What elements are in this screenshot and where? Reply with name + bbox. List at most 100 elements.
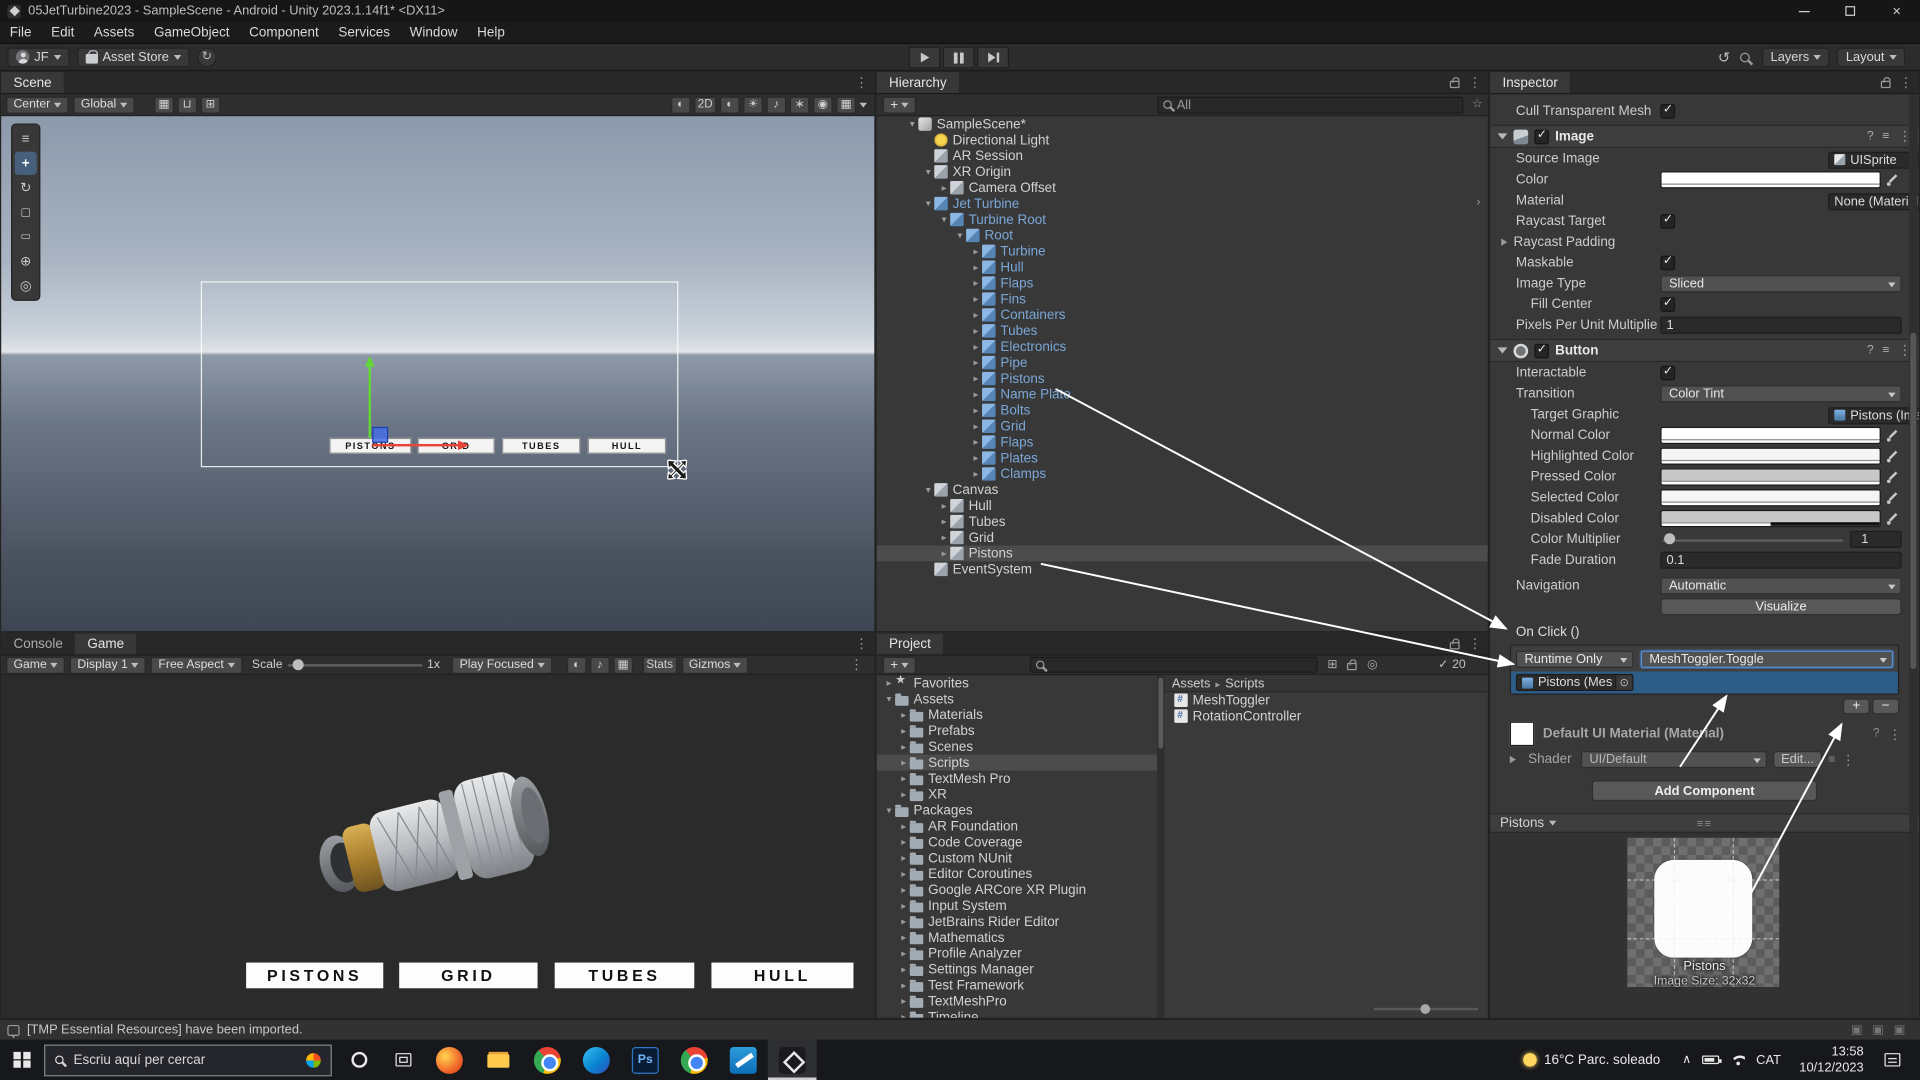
- expand-arrow-icon[interactable]: ▸: [898, 741, 910, 752]
- expand-arrow-icon[interactable]: ▸: [898, 853, 910, 864]
- expand-arrow-icon[interactable]: ▸: [938, 532, 950, 543]
- project-folder-row[interactable]: ▸ Editor Coroutines: [877, 866, 1157, 882]
- expand-arrow-icon[interactable]: ▾: [922, 484, 934, 495]
- edit-shader-button[interactable]: Edit...: [1773, 751, 1822, 768]
- snap-tool-icon[interactable]: [177, 96, 197, 113]
- expand-arrow-icon[interactable]: ▾: [922, 198, 934, 209]
- hierarchy-item[interactable]: ▸ Name Plate: [877, 386, 1488, 402]
- hierarchy-item[interactable]: ▾ XR Origin: [877, 164, 1488, 180]
- menu-item[interactable]: Assets: [84, 22, 144, 43]
- hierarchy-item[interactable]: ▸ Hull: [877, 498, 1488, 514]
- expand-arrow-icon[interactable]: ▸: [898, 916, 910, 927]
- eyedropper-icon[interactable]: [1884, 509, 1901, 526]
- expand-arrow-icon[interactable]: ▸: [898, 725, 910, 736]
- pivot-dropdown[interactable]: Center: [6, 96, 68, 113]
- aspect-dropdown[interactable]: Free Aspect: [151, 656, 242, 673]
- game-ui-button[interactable]: HULL: [711, 963, 853, 989]
- expand-arrow-icon[interactable]: ▸: [938, 182, 950, 193]
- interactable-checkbox[interactable]: [1660, 365, 1675, 380]
- taskbar-app-button[interactable]: [523, 1040, 572, 1080]
- minimize-button[interactable]: [1780, 0, 1827, 22]
- stats-toggle[interactable]: Stats: [643, 656, 677, 673]
- expand-arrow-icon[interactable]: ▾: [922, 166, 934, 177]
- hierarchy-item[interactable]: ▸ Tubes: [877, 514, 1488, 530]
- hierarchy-item[interactable]: ▸ Containers: [877, 307, 1488, 323]
- project-folder-row[interactable]: ▸ JetBrains Rider Editor: [877, 914, 1157, 930]
- expand-arrow-icon[interactable]: ▸: [970, 262, 982, 273]
- hierarchy-item[interactable]: ▾ Jet Turbine ›: [877, 196, 1488, 212]
- transition-dropdown[interactable]: Color Tint: [1660, 385, 1901, 402]
- game-viewport[interactable]: PISTONSGRIDTUBESHULL: [1, 675, 874, 1017]
- tab-game[interactable]: Game: [75, 634, 136, 655]
- scene-viewport[interactable]: PISTONSGRIDTUBESHULL: [1, 116, 874, 631]
- layers-dropdown[interactable]: Layers: [1762, 47, 1830, 67]
- game-toolbar-icon[interactable]: [567, 656, 587, 673]
- gizmo-y-axis[interactable]: [369, 367, 371, 438]
- collab-icon[interactable]: ▣: [1851, 1023, 1863, 1036]
- expand-arrow-icon[interactable]: ▸: [970, 389, 982, 400]
- project-folder-row[interactable]: ▾ Assets: [877, 691, 1157, 707]
- hierarchy-item[interactable]: ▸ Hull: [877, 259, 1488, 275]
- expand-arrow-icon[interactable]: ▸: [883, 678, 895, 689]
- scene-tool-button[interactable]: [15, 225, 37, 248]
- raycast-target-checkbox[interactable]: [1660, 213, 1675, 228]
- taskbar-app-button[interactable]: Ps: [621, 1040, 670, 1080]
- scale-slider[interactable]: [287, 664, 422, 666]
- presets-icon[interactable]: ≡: [1882, 344, 1889, 357]
- menu-item[interactable]: Window: [400, 22, 468, 43]
- visualize-button[interactable]: Visualize: [1660, 597, 1901, 614]
- material-menu-icon[interactable]: [1841, 752, 1854, 768]
- icon-size-slider[interactable]: [1374, 1008, 1478, 1010]
- hierarchy-item[interactable]: ▸ Pistons: [877, 546, 1488, 562]
- expand-arrow-icon[interactable]: ▾: [954, 230, 966, 241]
- scene-view-toggle-icon[interactable]: [790, 96, 810, 113]
- project-folder-row[interactable]: ▸ Favorites: [877, 675, 1157, 691]
- menu-item[interactable]: Edit: [41, 22, 84, 43]
- hierarchy-item[interactable]: ▸ Grid: [877, 418, 1488, 434]
- save-search-icon[interactable]: ☆: [1472, 98, 1483, 111]
- hierarchy-item[interactable]: ▸ Electronics: [877, 339, 1488, 355]
- expand-arrow-icon[interactable]: ▸: [938, 516, 950, 527]
- eyedropper-icon[interactable]: [1884, 426, 1901, 443]
- expand-arrow-icon[interactable]: ▸: [898, 900, 910, 911]
- project-folder-row[interactable]: ▸ TextMeshPro: [877, 993, 1157, 1009]
- cull-checkbox[interactable]: [1660, 103, 1675, 118]
- game-toolbar-icon[interactable]: [613, 656, 633, 673]
- expand-arrow-icon[interactable]: ▸: [970, 453, 982, 464]
- maskable-checkbox[interactable]: [1660, 255, 1675, 270]
- shader-dropdown[interactable]: UI/Default: [1581, 751, 1767, 768]
- color-field[interactable]: [1660, 171, 1880, 188]
- lock-icon[interactable]: [1347, 663, 1357, 670]
- project-folder-row[interactable]: ▸ AR Foundation: [877, 818, 1157, 834]
- progress-icon[interactable]: ▣: [1894, 1023, 1906, 1036]
- expand-arrow-icon[interactable]: ▸: [970, 421, 982, 432]
- panel-menu-icon[interactable]: [1468, 636, 1481, 652]
- project-folder-row[interactable]: ▸ Custom NUnit: [877, 850, 1157, 866]
- hierarchy-item[interactable]: ▸ Pistons: [877, 371, 1488, 387]
- pressed-color-field[interactable]: [1660, 468, 1880, 485]
- menu-item[interactable]: Component: [239, 22, 328, 43]
- event-target-field[interactable]: Pistons (Mes: [1516, 674, 1634, 691]
- scene-tool-button[interactable]: [15, 274, 37, 297]
- game-view-mode-dropdown[interactable]: Game: [6, 656, 65, 673]
- taskbar-app-button[interactable]: [768, 1040, 817, 1080]
- hierarchy-item[interactable]: ▸ Turbine: [877, 243, 1488, 259]
- scene-tool-button[interactable]: [15, 152, 37, 175]
- gizmos-dropdown[interactable]: Gizmos: [682, 656, 749, 673]
- taskbar-app-button[interactable]: [474, 1040, 523, 1080]
- scale-slider-knob[interactable]: [292, 659, 303, 670]
- preview-header[interactable]: Pistons ≡≡: [1490, 813, 1919, 833]
- layout-dropdown[interactable]: Layout: [1837, 47, 1905, 67]
- expand-arrow-icon[interactable]: ▾: [906, 119, 918, 130]
- taskbar-app-button[interactable]: [572, 1040, 621, 1080]
- breadcrumb-root[interactable]: Assets: [1172, 676, 1211, 691]
- event-target-row[interactable]: Pistons (Mes: [1511, 671, 1898, 693]
- material-field[interactable]: None (Material): [1828, 193, 1919, 210]
- panel-menu-icon[interactable]: [855, 636, 868, 652]
- search-icon[interactable]: [1740, 52, 1750, 62]
- weather-widget[interactable]: 16°C Parc. soleado: [1511, 1052, 1673, 1067]
- button-enabled-checkbox[interactable]: [1534, 343, 1549, 358]
- taskbar-app-button[interactable]: [719, 1040, 768, 1080]
- expand-arrow-icon[interactable]: ▸: [970, 325, 982, 336]
- orientation-dropdown[interactable]: Global: [73, 96, 134, 113]
